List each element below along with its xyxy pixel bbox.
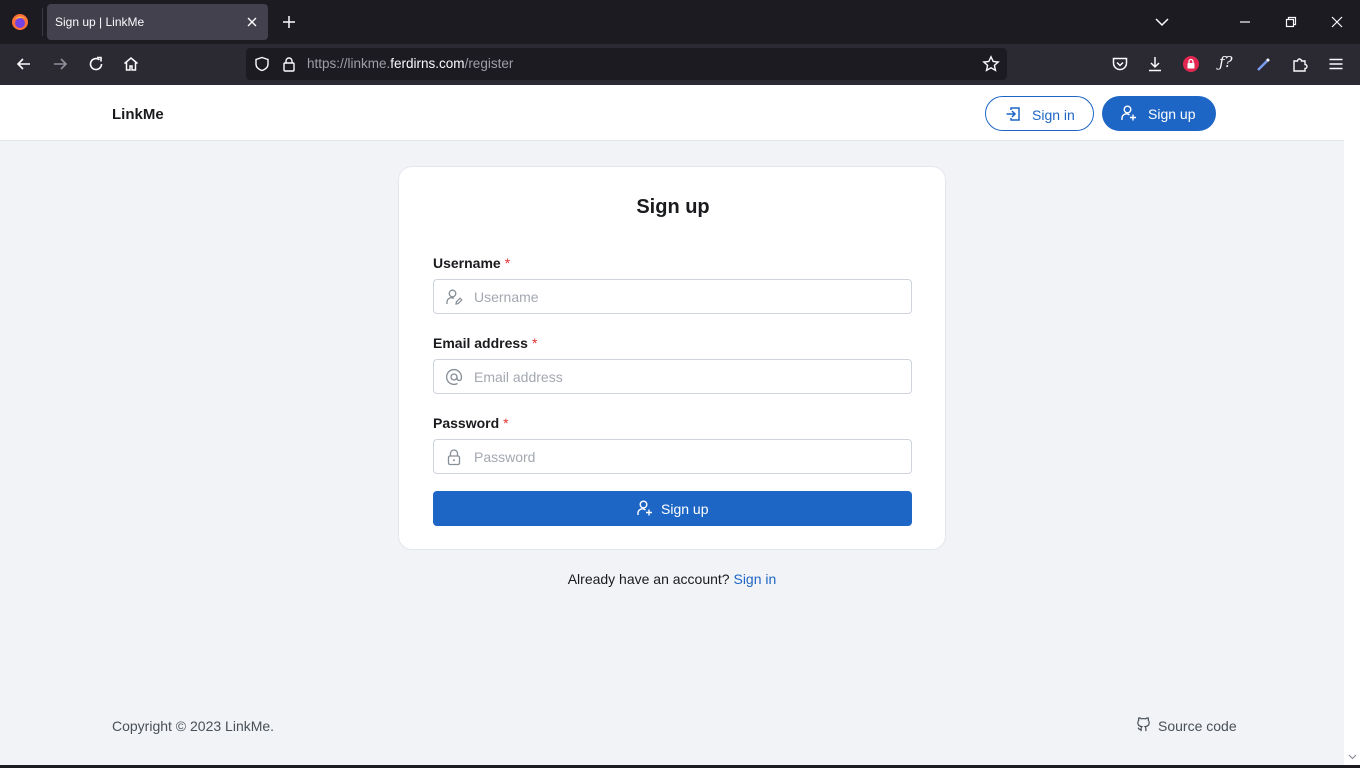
sign-up-submit-button[interactable]: Sign up [433, 491, 912, 526]
site-header: LinkMe Sign in Sign up [0, 85, 1344, 141]
username-input[interactable] [474, 281, 904, 312]
header-sign-in-button[interactable]: Sign in [985, 96, 1094, 131]
minimize-window-icon[interactable] [1238, 15, 1252, 29]
login-icon [1006, 107, 1020, 121]
tab-title: Sign up | LinkMe [55, 15, 145, 29]
url-domain: ferdirns.com [390, 56, 465, 71]
email-field[interactable] [433, 359, 912, 394]
username-label: Username * [433, 255, 510, 271]
sign-in-prompt: Already have an account? Sign in [0, 571, 1344, 587]
header-sign-in-label: Sign in [1032, 107, 1075, 123]
menu-hamburger-icon[interactable] [1327, 55, 1345, 73]
user-plus-icon [637, 500, 652, 516]
password-field[interactable] [433, 439, 912, 474]
url-prefix: https://linkme. [307, 56, 391, 71]
submit-label: Sign up [661, 501, 709, 517]
lock-icon [447, 449, 461, 466]
scroll-down-arrow-icon[interactable] [1348, 752, 1357, 761]
formula-extension-icon[interactable]: ƒ? [1219, 53, 1233, 71]
firefox-icon [12, 14, 28, 30]
lock-icon[interactable] [281, 56, 297, 72]
home-icon[interactable] [122, 55, 140, 73]
restore-window-icon[interactable] [1284, 15, 1298, 29]
user-plus-icon [1121, 105, 1136, 121]
user-edit-icon [446, 289, 463, 305]
url-path: /register [464, 56, 514, 71]
sign-up-card: Sign up Username* Email address* Passwor… [398, 166, 946, 550]
required-mark: * [531, 335, 538, 351]
password-label: Password * [433, 415, 509, 431]
page-scrollbar[interactable] [1344, 85, 1360, 765]
sign-in-link[interactable]: Sign in [733, 571, 776, 587]
url-text: https://linkme.ferdirns.com/register [307, 56, 513, 71]
reload-icon[interactable] [87, 55, 105, 73]
browser-tab-active[interactable]: Sign up | LinkMe [47, 4, 268, 40]
browser-nav-bar: https://linkme.ferdirns.com/register ƒ? [0, 44, 1360, 85]
password-label-text: Password [433, 415, 500, 431]
email-input[interactable] [474, 361, 904, 392]
pocket-icon[interactable] [1111, 55, 1129, 73]
source-code-label: Source code [1158, 718, 1237, 734]
page-viewport: LinkMe Sign in Sign up Sign up Username * [0, 85, 1344, 765]
chevron-down-icon[interactable] [1154, 15, 1170, 29]
extension-lock-icon[interactable] [1182, 55, 1200, 73]
sign-in-prompt-text: Already have an account? [567, 571, 734, 587]
header-sign-up-button[interactable]: Sign up [1102, 96, 1216, 131]
brand-logo-text[interactable]: LinkMe [112, 106, 164, 123]
github-icon [1137, 717, 1150, 732]
browser-tab-bar: Sign up | LinkMe [0, 0, 1360, 44]
header-sign-up-label: Sign up [1148, 106, 1196, 122]
required-mark: * [503, 415, 509, 431]
required-mark: * [504, 255, 511, 271]
email-label: Email address * [433, 335, 537, 351]
address-bar[interactable]: https://linkme.ferdirns.com/register [246, 48, 1007, 80]
username-field[interactable] [433, 279, 912, 314]
color-picker-icon[interactable] [1255, 55, 1273, 73]
bookmark-star-icon[interactable] [982, 55, 1000, 73]
tracking-shield-icon[interactable] [254, 56, 270, 72]
new-tab-icon[interactable] [281, 14, 297, 30]
username-label-text: Username [433, 255, 501, 271]
email-label-text: Email address [433, 335, 528, 351]
forward-icon[interactable] [51, 55, 69, 73]
close-window-icon[interactable] [1330, 15, 1344, 29]
form-title: Sign up [636, 196, 710, 218]
close-tab-icon[interactable] [245, 15, 259, 29]
password-input[interactable] [474, 441, 904, 472]
downloads-icon[interactable] [1146, 55, 1164, 73]
tab-separator [42, 8, 43, 36]
back-icon[interactable] [15, 55, 33, 73]
copyright-text: Copyright © 2023 LinkMe. [112, 718, 275, 734]
at-icon [445, 368, 463, 385]
extensions-puzzle-icon[interactable] [1291, 55, 1309, 73]
